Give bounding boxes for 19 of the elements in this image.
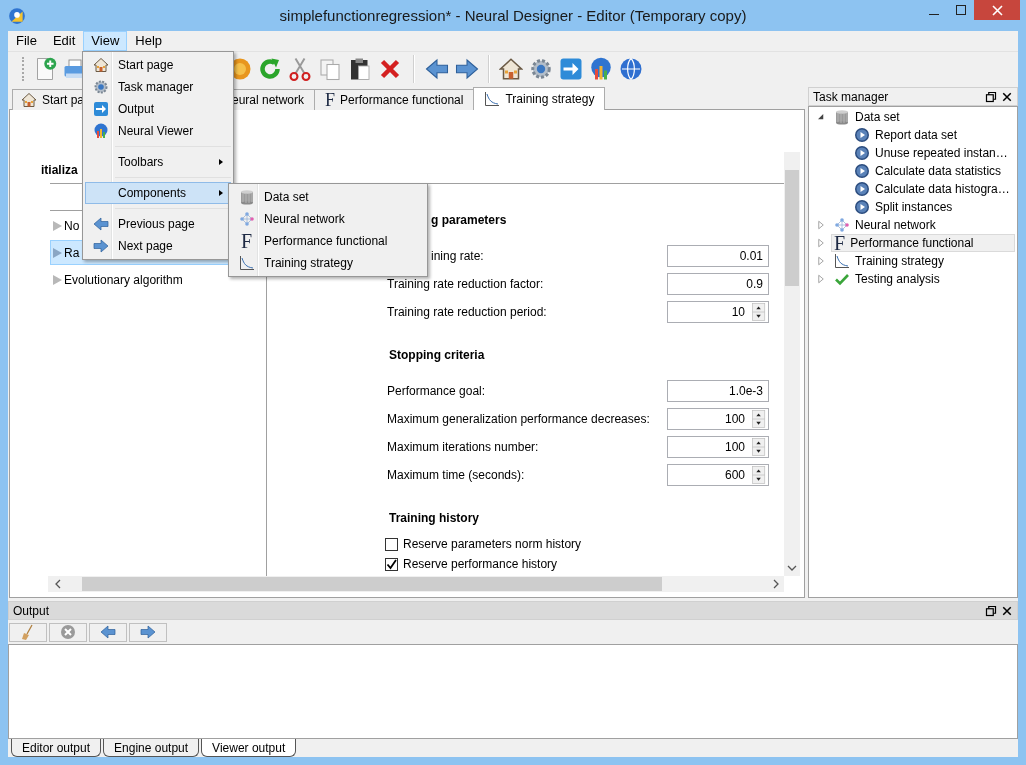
field-label: Training rate reduction factor:	[387, 277, 545, 291]
window-title: simplefunctionregression* - Neural Designer - Editor (Temporary copy)	[278, 6, 748, 26]
field-label: Maximum time (seconds):	[387, 468, 526, 482]
f-letter-icon: F	[325, 91, 336, 109]
field-label: Maximum generalization performance decreases:	[387, 412, 651, 426]
field-label: Maximum iterations number:	[387, 440, 540, 454]
f-letter-icon: F	[834, 233, 846, 253]
panel-title: Output	[13, 603, 51, 618]
field-label: Training rate reduction period:	[387, 305, 548, 319]
section-title: Stopping criteria	[389, 348, 485, 362]
f-letter-icon: F	[240, 231, 253, 251]
checkbox-label: Reserve performance history	[403, 557, 558, 571]
field-label: ining rate:	[430, 249, 485, 263]
checkbox-label: Reserve parameters norm history	[403, 537, 582, 551]
field-label: Performance goal:	[387, 384, 487, 398]
section-title: Training history	[389, 511, 479, 525]
panel-title: Task manager	[813, 89, 890, 104]
section-heading: itializa	[41, 163, 78, 177]
section-title: g parameters	[431, 213, 507, 227]
